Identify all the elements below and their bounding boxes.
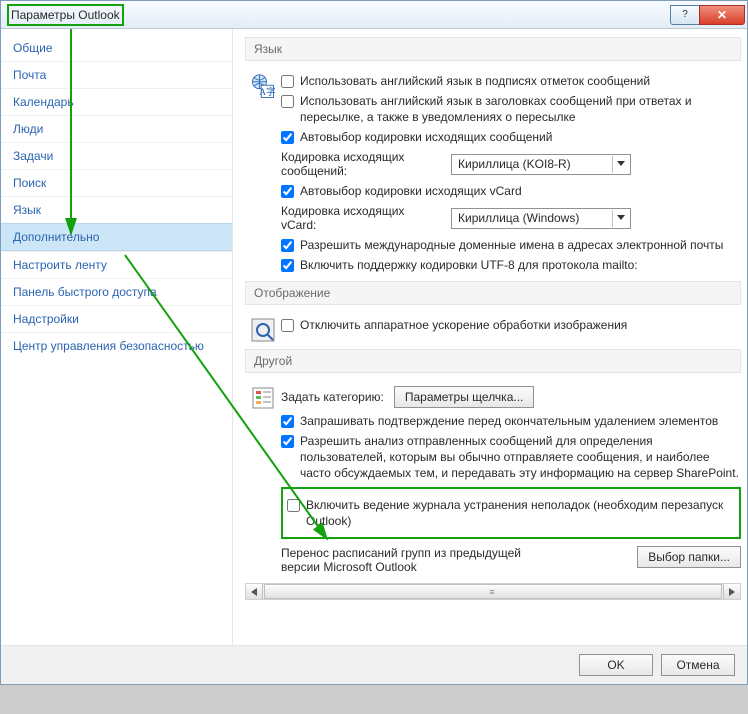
lbl-english-headers: Использовать английский язык в заголовка… <box>300 93 741 125</box>
lbl-utf8-mailto: Включить поддержку кодировки UTF-8 для п… <box>300 257 638 273</box>
horizontal-scrollbar[interactable]: ≡ <box>245 583 741 600</box>
hscroll-thumb[interactable]: ≡ <box>264 584 722 599</box>
lbl-disable-hw-accel: Отключить аппаратное ускорение обработки… <box>300 317 627 333</box>
chk-utf8-mailto[interactable] <box>281 259 294 272</box>
section-header-other: Другой <box>245 349 741 373</box>
sidebar-item-general[interactable]: Общие <box>1 35 232 61</box>
sidebar-item-customize-ribbon[interactable]: Настроить ленту <box>1 251 232 278</box>
chk-english-headers[interactable] <box>281 95 294 108</box>
sidebar-item-people[interactable]: Люди <box>1 115 232 142</box>
sidebar-item-search[interactable]: Поиск <box>1 169 232 196</box>
chk-english-signatures[interactable] <box>281 75 294 88</box>
highlight-logging-option: Включить ведение журнала устранения непо… <box>281 487 741 539</box>
dialog-content: Общие Почта Календарь Люди Задачи Поиск … <box>1 29 747 645</box>
lbl-auto-vcard-encoding: Автовыбор кодировки исходящих vCard <box>300 183 522 199</box>
sidebar-item-calendar[interactable]: Календарь <box>1 88 232 115</box>
sidebar-item-addins[interactable]: Надстройки <box>1 305 232 332</box>
combo-vcard-encoding[interactable]: Кириллица (Windows) <box>451 208 631 229</box>
window-title: Параметры Outlook <box>7 4 124 26</box>
section-header-display: Отображение <box>245 281 741 305</box>
cancel-button[interactable]: Отмена <box>661 654 735 676</box>
display-icon <box>250 317 276 343</box>
lbl-auto-encoding: Автовыбор кодировки исходящих сообщений <box>300 129 552 145</box>
sidebar-item-advanced[interactable]: Дополнительно <box>1 223 232 251</box>
sidebar: Общие Почта Календарь Люди Задачи Поиск … <box>1 29 233 645</box>
btn-select-folder[interactable]: Выбор папки... <box>637 546 741 568</box>
lbl-enable-logging: Включить ведение журнала устранения непо… <box>306 497 735 529</box>
lbl-analyze-sent: Разрешить анализ отправленных сообщений … <box>300 433 741 481</box>
chk-allow-idn[interactable] <box>281 239 294 252</box>
lbl-english-signatures: Использовать английский язык в подписях … <box>300 73 650 89</box>
combo-vcard-encoding-value: Кириллица (Windows) <box>458 211 612 225</box>
ok-button[interactable]: OK <box>579 654 653 676</box>
hscroll-right-button[interactable] <box>723 584 740 599</box>
combo-outgoing-encoding[interactable]: Кириллица (KOI8-R) <box>451 154 631 175</box>
section-header-language: Язык <box>245 37 741 61</box>
chk-confirm-delete[interactable] <box>281 415 294 428</box>
chk-enable-logging[interactable] <box>287 499 300 512</box>
main-panel: Язык A字 Использовать английский <box>233 29 747 645</box>
chevron-down-icon <box>612 156 628 173</box>
lbl-allow-idn: Разрешить международные доменные имена в… <box>300 237 723 253</box>
window-title-text: Параметры Outlook <box>7 4 124 26</box>
chk-auto-vcard-encoding[interactable] <box>281 185 294 198</box>
category-icon <box>250 385 276 411</box>
sidebar-item-mail[interactable]: Почта <box>1 61 232 88</box>
sidebar-item-qat[interactable]: Панель быстрого доступа <box>1 278 232 305</box>
chk-disable-hw-accel[interactable] <box>281 319 294 332</box>
language-icon: A字 <box>249 73 277 101</box>
sidebar-item-tasks[interactable]: Задачи <box>1 142 232 169</box>
close-button[interactable]: ✕ <box>699 5 745 25</box>
main-scroll-area[interactable]: Язык A字 Использовать английский <box>233 29 747 645</box>
lbl-set-category: Задать категорию: <box>281 390 384 404</box>
chk-auto-encoding[interactable] <box>281 131 294 144</box>
combo-outgoing-encoding-value: Кириллица (KOI8-R) <box>458 157 612 171</box>
dialog-footer: OK Отмена <box>1 645 747 684</box>
window-buttons: ? ✕ <box>671 5 745 25</box>
btn-click-params[interactable]: Параметры щелчка... <box>394 386 535 408</box>
svg-text:A字: A字 <box>259 86 276 98</box>
lbl-confirm-delete: Запрашивать подтверждение перед окончате… <box>300 413 718 429</box>
sidebar-item-language[interactable]: Язык <box>1 196 232 223</box>
dialog-window: Параметры Outlook ? ✕ Общие Почта Календ… <box>0 0 748 685</box>
hscroll-left-button[interactable] <box>246 584 263 599</box>
lbl-migrate-schedules: Перенос расписаний групп из предыдущей в… <box>281 546 551 574</box>
chk-analyze-sent[interactable] <box>281 435 294 448</box>
titlebar: Параметры Outlook ? ✕ <box>1 1 747 29</box>
help-button[interactable]: ? <box>670 5 700 25</box>
lbl-outgoing-encoding: Кодировка исходящих сообщений: <box>281 150 441 178</box>
chevron-down-icon <box>612 210 628 227</box>
lbl-vcard-encoding: Кодировка исходящих vCard: <box>281 204 441 232</box>
sidebar-item-trust-center[interactable]: Центр управления безопасностью <box>1 332 232 359</box>
